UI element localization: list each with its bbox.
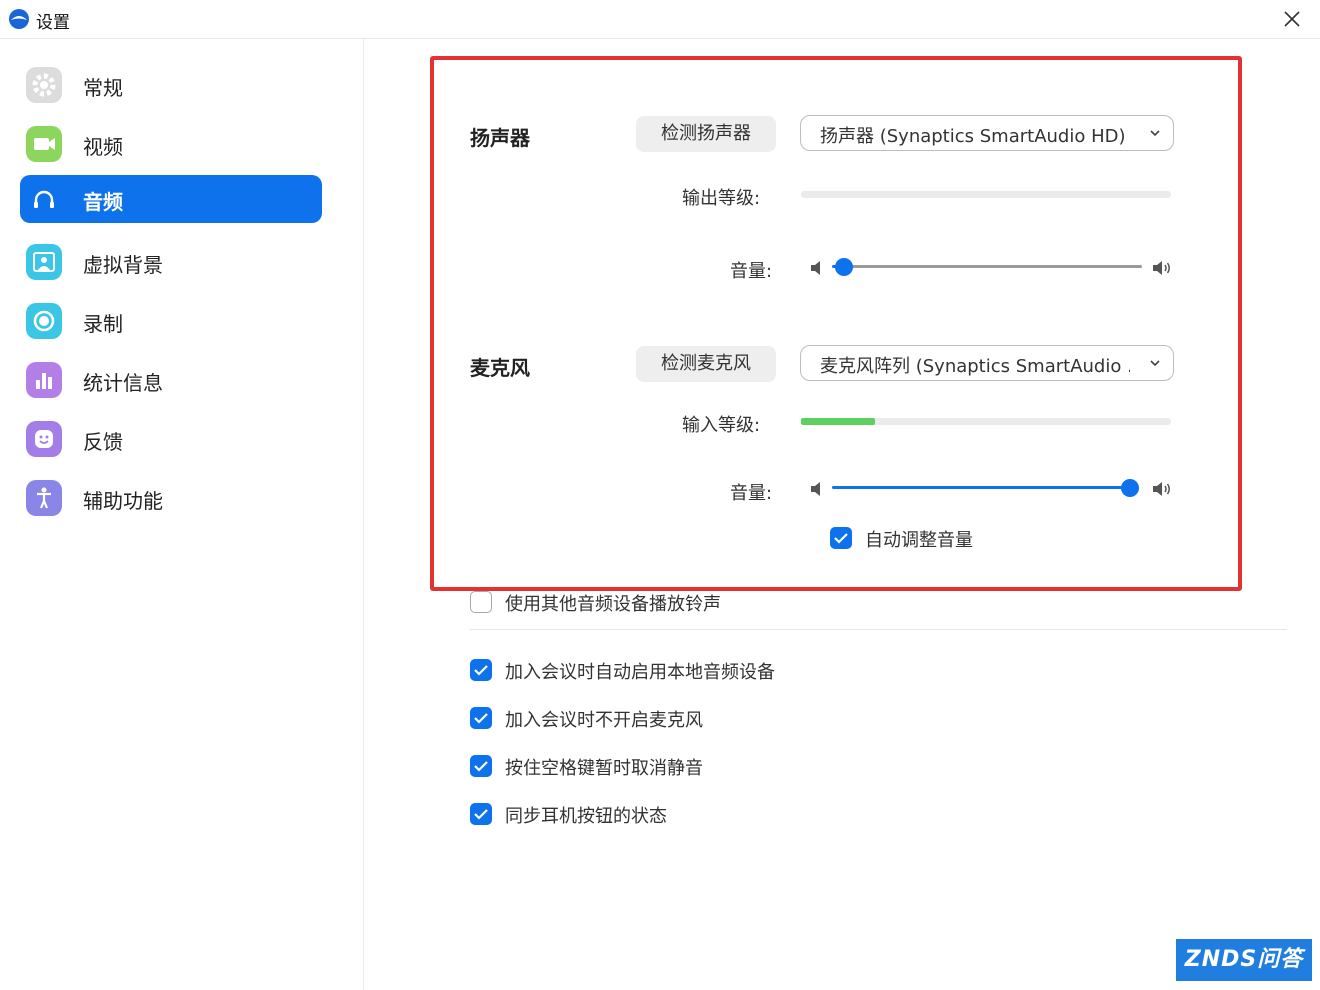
sidebar-item-label: 虚拟背景	[83, 253, 163, 277]
other-ringtone-device-label[interactable]: 使用其他音频设备播放铃声	[505, 590, 721, 616]
chevron-down-icon	[1150, 130, 1160, 137]
options-divider	[470, 629, 1287, 630]
sidebar-item-accessibility[interactable]: 辅助功能	[20, 474, 322, 522]
title-bar: 设置	[0, 0, 1320, 39]
accessibility-icon	[26, 480, 62, 516]
input-level-fill	[801, 418, 875, 425]
sidebar-item-general[interactable]: 常规	[20, 61, 322, 109]
volume-low-icon	[811, 482, 820, 496]
video-camera-icon	[26, 126, 62, 162]
sidebar-item-video[interactable]: 视频	[20, 120, 322, 168]
microphone-section-title: 麦克风	[470, 356, 530, 380]
site-watermark: ZNDS问答	[1176, 939, 1312, 981]
volume-high-icon	[1153, 261, 1170, 275]
sidebar-item-label: 统计信息	[83, 371, 163, 395]
volume-low-icon	[811, 261, 820, 275]
output-level-meter	[801, 191, 1171, 198]
auto-join-audio-label[interactable]: 加入会议时自动启用本地音频设备	[505, 658, 775, 684]
sync-headset-buttons-checkbox[interactable]	[470, 803, 492, 825]
other-ringtone-device-checkbox[interactable]	[470, 591, 492, 613]
sidebar-item-label: 反馈	[83, 430, 123, 454]
gear-icon	[26, 67, 62, 103]
microphone-device-value: 麦克风阵列 (Synaptics SmartAudio ...	[820, 356, 1130, 377]
output-level-label: 输出等级:	[682, 188, 761, 209]
sidebar-item-feedback[interactable]: 反馈	[20, 415, 322, 463]
feedback-smile-icon	[26, 421, 62, 457]
sidebar-item-audio[interactable]: 音频	[20, 175, 322, 223]
close-icon[interactable]	[1278, 6, 1306, 32]
microphone-volume-thumb[interactable]	[1121, 479, 1139, 497]
input-level-label: 输入等级:	[682, 415, 761, 436]
virtual-background-icon	[26, 244, 62, 280]
auto-join-audio-checkbox[interactable]	[470, 659, 492, 681]
space-unmute-checkbox[interactable]	[470, 755, 492, 777]
sidebar-item-virtual-background[interactable]: 虚拟背景	[20, 238, 322, 286]
headphones-icon	[26, 181, 62, 217]
sidebar-item-label: 录制	[83, 312, 123, 336]
input-level-meter	[801, 418, 1171, 425]
chevron-down-icon	[1150, 360, 1160, 367]
sidebar-item-label: 常规	[83, 76, 123, 100]
microphone-device-select[interactable]: 麦克风阵列 (Synaptics SmartAudio ...	[800, 345, 1174, 381]
sidebar-item-record[interactable]: 录制	[20, 297, 322, 345]
speaker-section-title: 扬声器	[470, 126, 530, 150]
space-unmute-label[interactable]: 按住空格键暂时取消静音	[505, 754, 703, 780]
sidebar-item-label: 视频	[83, 135, 123, 159]
mute-mic-on-join-checkbox[interactable]	[470, 707, 492, 729]
mute-mic-on-join-label[interactable]: 加入会议时不开启麦克风	[505, 706, 703, 732]
window-title: 设置	[36, 13, 70, 33]
speaker-volume-label: 音量:	[730, 261, 773, 282]
sidebar-item-statistics[interactable]: 统计信息	[20, 356, 322, 404]
volume-high-icon	[1153, 482, 1170, 496]
sidebar-item-label: 辅助功能	[83, 489, 163, 513]
microphone-volume-label: 音量:	[730, 483, 773, 504]
speaker-volume-slider[interactable]	[832, 265, 1142, 268]
speaker-device-select[interactable]: 扬声器 (Synaptics SmartAudio HD)	[800, 115, 1174, 151]
sync-headset-buttons-label[interactable]: 同步耳机按钮的状态	[505, 802, 667, 828]
speaker-device-value: 扬声器 (Synaptics SmartAudio HD)	[820, 126, 1126, 147]
zoom-logo-icon	[9, 9, 29, 29]
auto-adjust-volume-checkbox[interactable]	[830, 527, 852, 549]
test-microphone-button[interactable]: 检测麦克风	[636, 346, 776, 382]
statistics-icon	[26, 362, 62, 398]
sidebar-item-label: 音频	[83, 190, 123, 214]
settings-sidebar: 常规 视频 音频 虚拟背景 录制 统计信息 反馈 辅助功能	[2, 39, 364, 990]
microphone-volume-slider[interactable]	[832, 486, 1130, 489]
test-speaker-button[interactable]: 检测扬声器	[636, 116, 776, 152]
auto-adjust-volume-label[interactable]: 自动调整音量	[865, 526, 973, 552]
record-icon	[26, 303, 62, 339]
